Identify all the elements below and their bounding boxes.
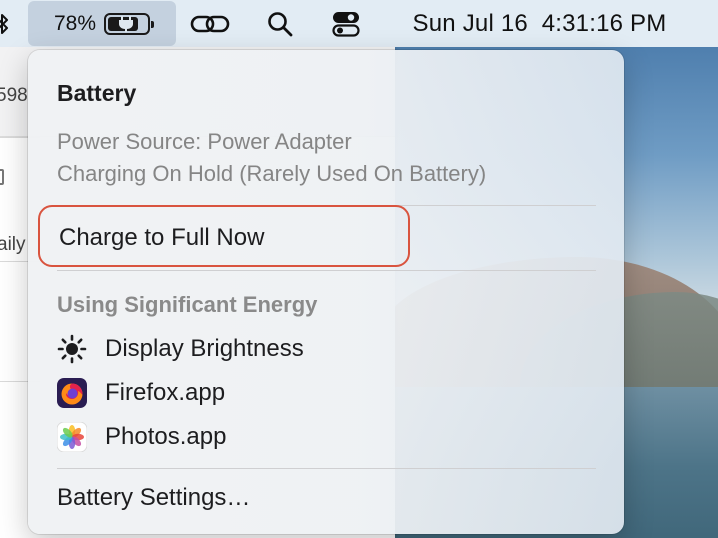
control-center-icon[interactable] [328,0,364,47]
battery-menu: Battery Power Source: Power Adapter Char… [28,50,624,534]
photos-icon [57,422,87,452]
background-app-text-fragment: 598 [0,85,28,106]
energy-item-label: Photos.app [105,423,227,450]
menu-bar-clock[interactable]: Sun Jul 16 4:31:16 PM [392,0,687,47]
background-app-text-fragment: aily [0,234,26,255]
energy-section-title: Using Significant Energy [57,292,318,317]
search-icon[interactable] [262,0,298,47]
charge-to-full-label: Charge to Full Now [59,224,265,251]
charge-to-full-button[interactable]: Charge to Full Now [38,205,410,267]
bluetooth-icon[interactable] [0,0,12,47]
firefox-icon [57,378,87,408]
background-app-glyph-icon [0,169,4,185]
energy-item-display-brightness[interactable]: Display Brightness [57,332,304,366]
energy-item-photos[interactable]: Photos.app [57,420,226,454]
brightness-icon [57,334,87,364]
energy-item-label: Display Brightness [105,335,304,362]
link-icon[interactable] [186,0,234,47]
menu-bar: 78% Sun Jul 16 4:31:16 PM [0,0,718,47]
power-plug-icon [119,15,134,32]
charging-status-text: Charging On Hold (Rarely Used On Battery… [57,161,487,186]
battery-menu-title: Battery [57,80,137,106]
menu-divider [57,468,596,469]
battery-status-item[interactable]: 78% [28,1,176,46]
energy-item-label: Firefox.app [105,379,226,406]
battery-percentage: 78% [53,11,97,35]
power-source-text: Power Source: Power Adapter [57,129,352,154]
clock-text: Sun Jul 16 4:31:16 PM [412,9,667,37]
menu-divider [57,270,596,271]
battery-icon [104,12,155,35]
battery-settings-menu-item[interactable]: Battery Settings… [57,484,250,512]
energy-item-firefox[interactable]: Firefox.app [57,376,225,410]
battery-terminal [151,20,155,28]
